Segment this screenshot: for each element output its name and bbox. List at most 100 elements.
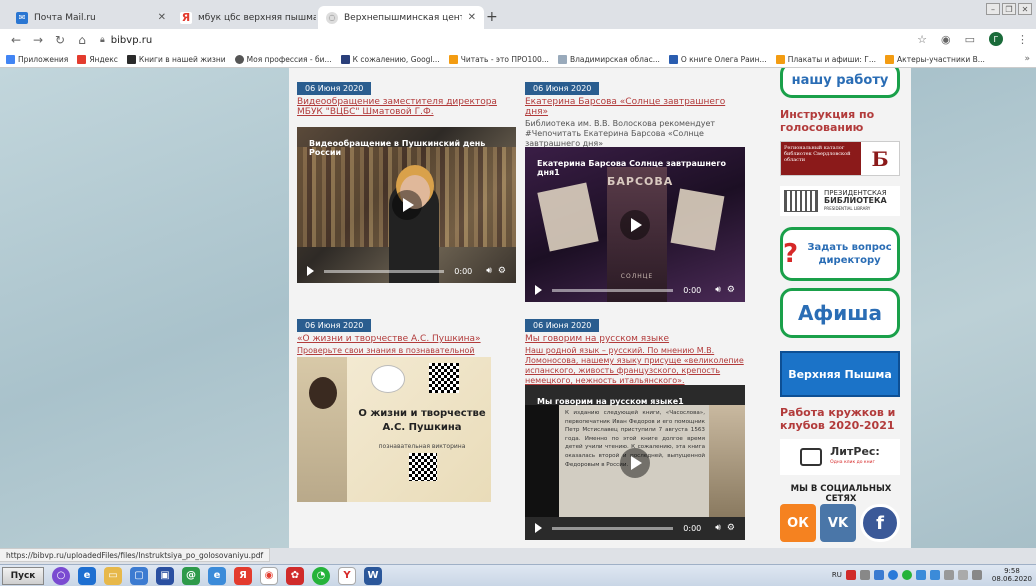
tray-icon[interactable] <box>929 570 940 580</box>
bookmark-label: К сожалению, Googl... <box>352 54 440 64</box>
button-label: Афиша <box>797 301 883 325</box>
news-title-link[interactable]: Видеообращение заместителя директора МБУ… <box>297 97 517 117</box>
tray-icon[interactable] <box>845 570 856 580</box>
bookmark-apps[interactable]: Приложения <box>6 54 68 64</box>
home-icon[interactable]: ⌂ <box>76 33 88 47</box>
extension-icon[interactable]: ◉ <box>941 33 951 46</box>
video-player[interactable]: К изданию следующей книги, «Часослова», … <box>525 385 745 540</box>
video-player[interactable]: Видеообращение в Пушкинский день России … <box>297 127 516 283</box>
video-player[interactable]: БАРСОВА СОЛНЦЕ Екатерина Барсова Солнце … <box>525 147 745 302</box>
reload-icon[interactable]: ↻ <box>54 33 66 47</box>
minimize-icon[interactable]: – <box>986 3 1000 15</box>
bookmark-yandex[interactable]: Яндекс <box>77 54 118 64</box>
volume-icon[interactable]: 🔊︎ <box>486 266 492 276</box>
tray-icon[interactable] <box>901 570 912 580</box>
progress-bar[interactable] <box>552 526 674 530</box>
bookmark-read[interactable]: Читать - это ПРО100... <box>448 54 549 64</box>
more-bookmarks-icon[interactable]: » <box>1024 54 1030 64</box>
news-title-link[interactable]: «О жизни и творчестве А.С. Пушкина» <box>297 334 517 344</box>
forward-icon[interactable]: → <box>32 33 44 47</box>
tray-icon[interactable] <box>887 570 898 580</box>
volume-icon[interactable]: 🔊︎ <box>715 523 721 533</box>
bookmark-actors[interactable]: Актеры-участники В... <box>885 54 985 64</box>
chat-icon[interactable]: ◔ <box>312 566 330 585</box>
word-icon[interactable]: W <box>364 566 382 585</box>
play-small-icon[interactable] <box>535 523 542 533</box>
instruction-heading[interactable]: Инструкция по голосованию <box>780 108 905 134</box>
ie-icon[interactable]: e <box>78 566 96 585</box>
start-button[interactable]: Пуск <box>2 566 44 585</box>
bookmark-profession[interactable]: Моя профессия - би... <box>234 54 332 64</box>
tray-icon[interactable] <box>859 570 870 580</box>
bookmark-rain[interactable]: О книге Олега Раин... <box>668 54 767 64</box>
language-indicator[interactable]: RU <box>832 571 842 579</box>
clock[interactable]: 9:58 08.06.2020 <box>992 567 1032 583</box>
flower-icon[interactable]: ✿ <box>286 566 304 585</box>
tab-yandex[interactable]: Я мбук цбс верхняя пышма — Яндекс ✕ <box>172 6 338 29</box>
city-banner[interactable]: Верхняя Пышма <box>780 351 900 397</box>
play-icon[interactable] <box>620 209 650 240</box>
tab-mail[interactable]: ✉ Почта Mail.ru ✕ <box>8 6 174 29</box>
bookmark-vladimir[interactable]: Владимирская облас... <box>557 54 660 64</box>
news-title-link[interactable]: Екатерина Барсова «Солнце завтрашнего дн… <box>525 97 745 117</box>
taskbar: Пуск ○ e ▭ ▢ ▣ @ e Я ◉ ✿ ◔ Y W RU 9:58 0… <box>0 564 1036 586</box>
play-small-icon[interactable] <box>307 266 314 276</box>
flag-icon[interactable] <box>943 570 954 580</box>
close-icon[interactable]: ✕ <box>468 12 476 23</box>
alice-icon[interactable]: ○ <box>52 566 70 585</box>
menu-icon[interactable]: ⋮ <box>1017 33 1028 46</box>
star-icon[interactable]: ☆ <box>917 33 927 46</box>
mail-agent-icon[interactable]: @ <box>182 566 200 585</box>
top-banner-button[interactable]: нашу работу <box>780 68 900 98</box>
tray-icon[interactable] <box>873 570 884 580</box>
tray-icon[interactable] <box>915 570 926 580</box>
progress-bar[interactable] <box>552 288 674 292</box>
catalog-banner[interactable]: Региональный каталог библиотек Свердловс… <box>780 141 900 176</box>
bookmark-posters[interactable]: Плакаты и афиши: Г... <box>775 54 876 64</box>
gear-icon[interactable]: ⚙︎ <box>727 523 735 533</box>
news-title-link[interactable]: Мы говорим на русском языке <box>525 334 745 344</box>
folder-icon[interactable]: ▭ <box>104 566 122 585</box>
address-bar[interactable]: 🔒︎ bibvp.ru <box>100 35 152 46</box>
gear-icon[interactable]: ⚙︎ <box>727 285 735 295</box>
save-icon[interactable]: ▣ <box>156 566 174 585</box>
yandex-icon[interactable]: Я <box>234 566 252 585</box>
close-window-icon[interactable]: ✕ <box>1018 3 1032 15</box>
network-icon[interactable] <box>957 570 968 580</box>
facebook-icon[interactable]: f <box>860 504 900 542</box>
status-bar-url: https://bibvp.ru/uploadedFiles/files/Ins… <box>0 548 271 562</box>
quiz-slide[interactable]: О жизни и творчестве А.С. Пушкина познав… <box>297 357 491 502</box>
volume-icon[interactable]: 🔊︎ <box>715 285 721 295</box>
play-icon[interactable] <box>620 447 650 478</box>
litres-banner[interactable]: ЛитРес: Одна клик до книг <box>780 439 900 475</box>
back-icon[interactable]: ← <box>10 33 22 47</box>
window-icon[interactable]: ▢ <box>130 566 148 585</box>
presidential-library-banner[interactable]: ПРЕЗИДЕНТСКАЯ БИБЛИОТЕКА PRESIDENTIAL LI… <box>780 186 900 216</box>
maximize-icon[interactable]: ❐ <box>1002 3 1016 15</box>
avatar[interactable]: Г <box>989 32 1003 46</box>
social-heading: МЫ В СОЦИАЛЬНЫХ СЕТЯХ <box>790 484 892 504</box>
clubs-heading[interactable]: Работа кружков и клубов 2020-2021 <box>780 406 905 432</box>
browser-y-icon[interactable]: Y <box>338 566 356 585</box>
ask-director-button[interactable]: ? Задать вопрос директору <box>780 227 900 281</box>
play-icon[interactable] <box>391 190 422 220</box>
news-item: 06 Июня 2020 Видеообращение заместителя … <box>297 81 517 117</box>
gear-icon[interactable]: ⚙︎ <box>498 266 506 276</box>
cast-icon[interactable]: ▭ <box>965 33 975 46</box>
play-small-icon[interactable] <box>535 285 542 295</box>
start-label: Пуск <box>10 570 36 581</box>
vk-icon[interactable]: VK <box>820 504 856 542</box>
news-description-link[interactable]: Наш родной язык – русский. По мнению М.В… <box>525 346 745 386</box>
ok-icon[interactable]: ОК <box>780 504 816 542</box>
tab-bibvp[interactable]: ◌ Верхнепышминская централизован ✕ <box>318 6 484 29</box>
volume-tray-icon[interactable] <box>971 570 982 580</box>
bookmark-label: Моя профессия - би... <box>246 54 332 64</box>
afisha-button[interactable]: Афиша <box>780 288 900 338</box>
close-icon[interactable]: ✕ <box>158 12 166 23</box>
chrome-icon[interactable]: ◉ <box>260 566 278 585</box>
bookmark-google[interactable]: К сожалению, Googl... <box>340 54 440 64</box>
new-tab-button[interactable]: + <box>486 9 498 25</box>
progress-bar[interactable] <box>324 269 445 273</box>
edge-icon[interactable]: e <box>208 566 226 585</box>
bookmark-books[interactable]: Книги в нашей жизни <box>126 54 226 64</box>
